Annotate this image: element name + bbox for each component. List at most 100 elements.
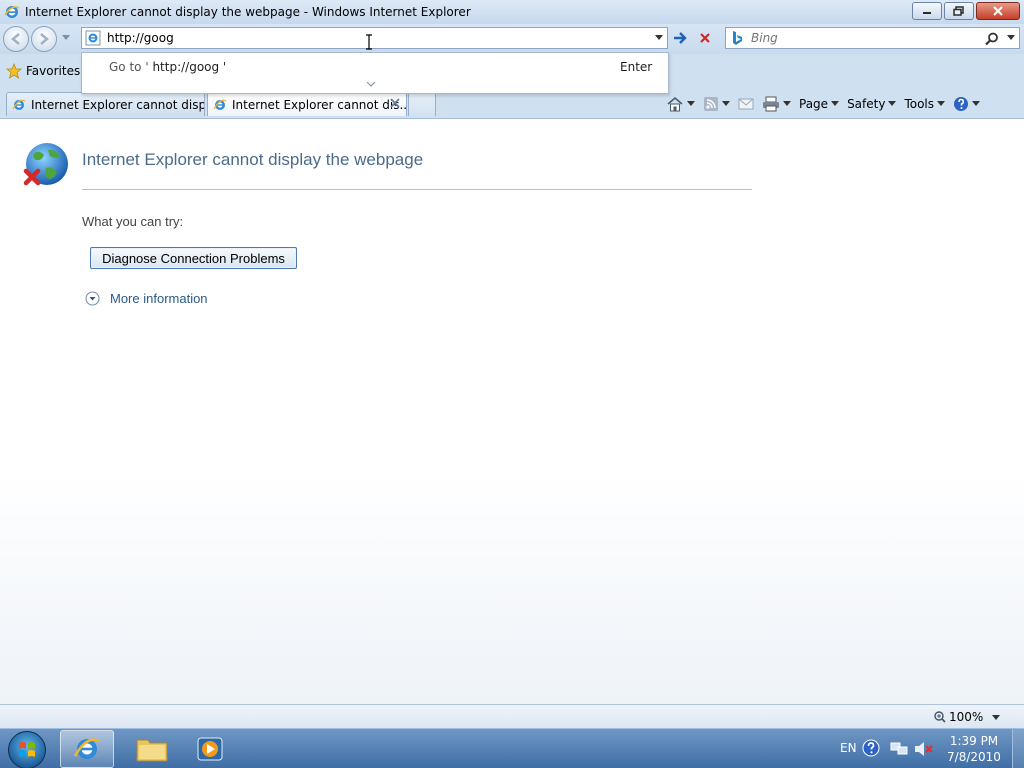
- home-icon: [667, 96, 683, 112]
- minimize-button[interactable]: [912, 2, 942, 20]
- media-player-icon: [197, 737, 223, 761]
- favorites-button[interactable]: Favorites: [6, 63, 80, 79]
- search-options-dropdown-icon[interactable]: [1007, 35, 1015, 41]
- search-box[interactable]: [725, 27, 1020, 49]
- text-cursor-icon: [366, 34, 372, 50]
- more-information-link[interactable]: More information: [85, 291, 208, 306]
- go-button[interactable]: [670, 27, 692, 49]
- tab-2-active[interactable]: Internet Explorer cannot dis...: [207, 92, 407, 116]
- language-indicator[interactable]: EN: [840, 741, 857, 755]
- clock-time: 1:39 PM: [949, 734, 999, 748]
- address-autocomplete-dropdown: Go to ' http://goog ' Enter: [81, 52, 669, 94]
- globe-error-icon: [23, 143, 68, 186]
- zoom-label: 100%: [949, 710, 984, 724]
- safety-menu-label: Safety: [847, 97, 886, 111]
- favorites-star-icon: [6, 63, 22, 79]
- show-desktop-button[interactable]: [1012, 729, 1024, 768]
- rss-feed-icon: [704, 97, 718, 111]
- chevron-down-icon: [937, 101, 946, 106]
- search-icon[interactable]: [985, 32, 999, 46]
- bing-logo-icon: [733, 31, 742, 45]
- taskbar: EN 1:39 PM 7/8/2010: [0, 728, 1024, 768]
- error-heading: Internet Explorer cannot display the web…: [82, 150, 424, 169]
- chevron-down-icon: [888, 101, 897, 106]
- title-bar: Internet Explorer cannot display the web…: [0, 0, 1024, 24]
- more-information-label: More information: [110, 291, 208, 306]
- zoom-dropdown-icon[interactable]: [992, 715, 1000, 721]
- print-dropdown-icon[interactable]: [783, 101, 791, 107]
- forward-arrow-icon: [40, 33, 49, 45]
- start-button[interactable]: [8, 731, 46, 768]
- status-bar: 100%: [0, 704, 1024, 728]
- window-title: Internet Explorer cannot display the web…: [25, 5, 471, 19]
- ie-logo-icon: [73, 738, 100, 759]
- zoom-level[interactable]: 100%: [934, 710, 983, 724]
- taskbar-media-player[interactable]: [190, 730, 230, 768]
- close-tab-icon[interactable]: [390, 98, 400, 108]
- address-dropdown-icon[interactable]: [655, 35, 663, 41]
- ie-page-icon: [213, 99, 227, 110]
- close-icon: [993, 6, 1003, 16]
- tools-menu-button[interactable]: Tools: [904, 97, 946, 111]
- chevron-down-icon: [831, 101, 840, 106]
- read-mail-button[interactable]: [738, 97, 754, 111]
- tab-2-label: Internet Explorer cannot dis...: [232, 97, 407, 112]
- taskbar-internet-explorer[interactable]: [60, 730, 114, 768]
- feeds-dropdown-icon[interactable]: [722, 101, 730, 107]
- heading-divider: [82, 189, 752, 190]
- mail-icon: [738, 98, 754, 110]
- stop-button[interactable]: [694, 27, 716, 49]
- autocomplete-enter-hint: Enter: [620, 60, 653, 74]
- command-bar: Page Safety Tools: [666, 90, 988, 118]
- taskbar-windows-explorer[interactable]: [132, 730, 172, 768]
- system-clock[interactable]: 1:39 PM 7/8/2010: [944, 733, 1004, 765]
- clock-date: 7/8/2010: [947, 750, 1001, 764]
- ie-page-icon: [12, 99, 26, 110]
- folder-icon: [136, 739, 168, 762]
- home-dropdown-icon[interactable]: [687, 101, 695, 107]
- printer-icon: [763, 96, 779, 112]
- forward-button[interactable]: [31, 26, 57, 52]
- print-button[interactable]: [762, 96, 791, 112]
- diagnose-connection-button[interactable]: Diagnose Connection Problems: [90, 247, 297, 269]
- page-favicon-icon: [85, 30, 101, 46]
- autocomplete-goto-url: http://goog ': [148, 60, 227, 74]
- feeds-button[interactable]: [703, 96, 730, 112]
- navigation-bar: [0, 24, 1024, 54]
- tab-1[interactable]: Internet Explorer cannot displa...: [6, 92, 205, 116]
- address-input[interactable]: [107, 31, 647, 45]
- home-button[interactable]: [666, 96, 695, 112]
- restore-icon: [953, 6, 964, 16]
- volume-muted-icon[interactable]: [914, 741, 934, 757]
- expand-circle-icon: [85, 291, 100, 306]
- page-menu-label: Page: [799, 97, 829, 111]
- stop-x-icon: [700, 33, 710, 43]
- autocomplete-goto-prefix: Go to ': [109, 60, 149, 74]
- back-button[interactable]: [3, 26, 29, 52]
- network-icon[interactable]: [890, 741, 908, 757]
- tools-menu-label: Tools: [904, 97, 935, 111]
- help-icon: [954, 97, 969, 111]
- favorites-label: Favorites: [26, 64, 81, 78]
- action-center-help-icon[interactable]: [862, 739, 880, 757]
- minimize-icon: [923, 12, 931, 14]
- address-bar[interactable]: [81, 27, 668, 49]
- page-menu-button[interactable]: Page: [799, 97, 840, 111]
- page-content: Internet Explorer cannot display the web…: [0, 118, 1024, 704]
- close-window-button[interactable]: [976, 2, 1020, 20]
- go-arrow-icon: [674, 32, 687, 44]
- zoom-magnifier-icon: [934, 711, 946, 723]
- restore-button[interactable]: [944, 2, 974, 20]
- help-menu-button[interactable]: [953, 96, 981, 112]
- autocomplete-goto-item[interactable]: Go to ' http://goog ': [109, 60, 226, 74]
- new-tab-button[interactable]: [408, 92, 436, 116]
- ie-logo-icon: [4, 6, 20, 18]
- chevron-down-icon[interactable]: [366, 81, 376, 87]
- what-you-can-try-label: What you can try:: [82, 214, 184, 229]
- tab-1-label: Internet Explorer cannot displa...: [31, 97, 205, 112]
- search-input[interactable]: [751, 31, 981, 45]
- windows-logo-icon: [19, 742, 35, 757]
- safety-menu-button[interactable]: Safety: [847, 97, 897, 111]
- recent-pages-dropdown-icon[interactable]: [62, 35, 70, 41]
- back-arrow-icon: [11, 33, 20, 45]
